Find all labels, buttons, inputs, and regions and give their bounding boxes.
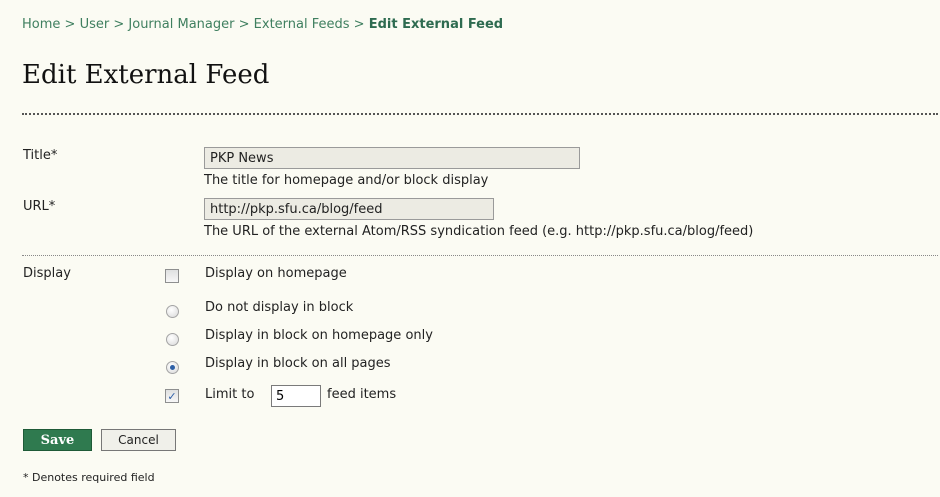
title-divider xyxy=(22,113,938,115)
required-field-note: * Denotes required field xyxy=(23,471,155,484)
breadcrumb-current[interactable]: Edit External Feed xyxy=(369,17,503,32)
title-input[interactable] xyxy=(204,147,580,169)
radio-no-block[interactable] xyxy=(166,305,179,318)
section-divider xyxy=(22,255,938,256)
url-description: The URL of the external Atom/RSS syndica… xyxy=(204,224,754,239)
breadcrumb-separator: > xyxy=(113,17,125,32)
radio-homepage-only[interactable] xyxy=(166,333,179,346)
url-input[interactable] xyxy=(204,198,494,220)
limit-suffix-label: feed items xyxy=(327,387,397,402)
breadcrumb: Home > User > Journal Manager > External… xyxy=(22,17,503,32)
breadcrumb-separator: > xyxy=(238,17,250,32)
display-homepage-checkbox[interactable] xyxy=(165,269,179,283)
breadcrumb-journal-manager-link[interactable]: Journal Manager xyxy=(128,17,234,32)
radio-all-pages[interactable] xyxy=(166,361,179,374)
display-homepage-label: Display on homepage xyxy=(205,266,347,281)
display-label: Display xyxy=(23,266,71,281)
title-field-label: Title* xyxy=(23,148,58,163)
radio-all-pages-label: Display in block on all pages xyxy=(205,356,391,371)
limit-checkbox[interactable]: ✓ xyxy=(165,389,179,403)
radio-homepage-only-label: Display in block on homepage only xyxy=(205,328,433,343)
checkmark-icon: ✓ xyxy=(167,389,177,403)
breadcrumb-external-feeds-link[interactable]: External Feeds xyxy=(254,17,350,32)
breadcrumb-separator: > xyxy=(353,17,365,32)
radio-selected-dot xyxy=(170,365,175,370)
cancel-button[interactable]: Cancel xyxy=(101,429,176,451)
breadcrumb-home-link[interactable]: Home xyxy=(22,17,60,32)
limit-prefix-label: Limit to xyxy=(205,387,255,402)
radio-no-block-label: Do not display in block xyxy=(205,300,354,315)
url-field-label: URL* xyxy=(23,199,56,214)
limit-count-input[interactable] xyxy=(271,385,321,407)
breadcrumb-user-link[interactable]: User xyxy=(80,17,110,32)
page-title: Edit External Feed xyxy=(22,60,270,90)
save-button[interactable]: Save xyxy=(23,429,92,451)
breadcrumb-separator: > xyxy=(64,17,76,32)
title-description: The title for homepage and/or block disp… xyxy=(204,173,489,188)
